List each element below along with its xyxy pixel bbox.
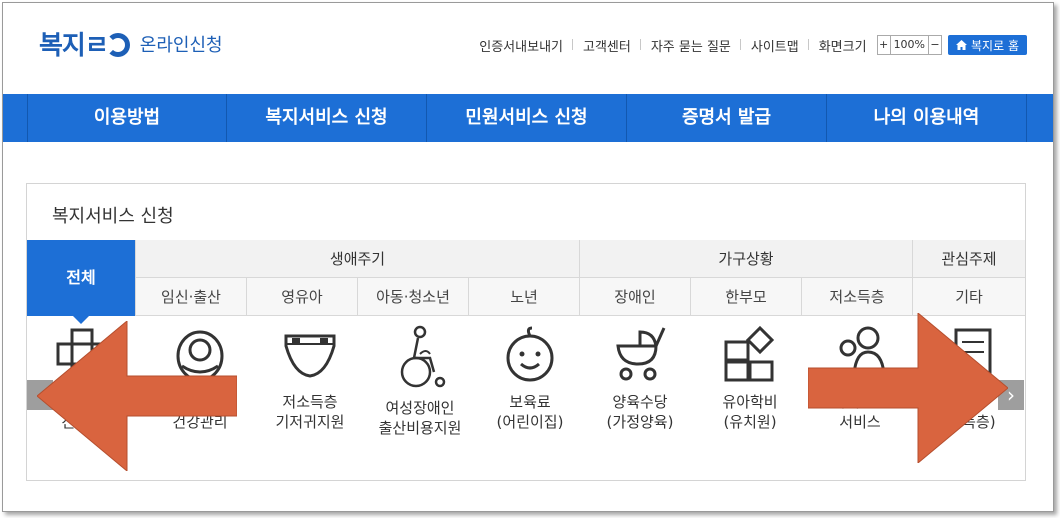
left-arrow-annotation [37, 321, 237, 471]
service-label-line1: 저소득층 [282, 393, 338, 411]
tab-disabled[interactable]: 장애인 [579, 278, 690, 316]
tab-child-youth[interactable]: 아동·청소년 [357, 278, 468, 316]
nav-item-certificate[interactable]: 증명서 발급 [627, 94, 827, 142]
service-label-line1: 양육수당 [612, 393, 668, 411]
site-logo[interactable]: 복지ㄹ 온라인신청 [39, 25, 223, 62]
zoom-out-button[interactable]: − [928, 36, 941, 54]
nav-item-welfare-apply[interactable]: 복지서비스 신청 [227, 94, 427, 142]
wheelchair-icon [400, 325, 446, 388]
nav-item-my-history[interactable]: 나의 이용내역 [827, 94, 1027, 142]
util-link-customer-center[interactable]: 고객센터 [573, 36, 641, 55]
browser-frame: 복지ㄹ 온라인신청 인증서내보내기 고객센터 자주 묻는 질문 사이트맵 화면크… [2, 2, 1054, 512]
util-link-sitemap[interactable]: 사이트맵 [741, 36, 809, 55]
nav-item-civil-apply[interactable]: 민원서비스 신청 [427, 94, 627, 142]
service-label-line2: (가정양육) [606, 413, 674, 431]
group-household: 가구상황 [579, 240, 912, 278]
diaper-icon [284, 334, 336, 378]
service-label-line1: 여성장애인 [385, 399, 455, 417]
panel-title: 복지서비스 신청 [52, 206, 174, 227]
tab-all[interactable]: 전체 [27, 240, 135, 324]
stroller-icon [616, 327, 666, 381]
tab-elderly[interactable]: 노년 [468, 278, 579, 316]
zoom-control: + 100% − [876, 35, 943, 55]
blocks-icon [724, 325, 775, 382]
util-link-faq[interactable]: 자주 묻는 질문 [641, 36, 741, 55]
tab-single-parent[interactable]: 한부모 [690, 278, 801, 316]
service-label-line2: (어린이집) [496, 413, 564, 431]
nav-item-usage[interactable]: 이용방법 [27, 94, 227, 142]
zoom-in-button[interactable]: + [878, 36, 891, 54]
home-button[interactable]: 복지로 홈 [948, 35, 1027, 55]
tab-low-income[interactable]: 저소득층 [801, 278, 912, 316]
group-interest: 관심주제 [912, 240, 1025, 278]
service-label-line1: 유아학비 [722, 393, 778, 411]
home-button-label: 복지로 홈 [971, 38, 1019, 53]
service-item-disabled-women-birth[interactable]: 여성장애인출산비용지원 [365, 324, 475, 438]
service-label-line2: 기저귀지원 [275, 413, 345, 431]
tab-pregnancy[interactable]: 임신·출산 [135, 278, 246, 316]
service-item-kindergarten-fee[interactable]: 유아학비 (유치원) [695, 324, 805, 432]
zoom-label: 화면크기 [818, 39, 867, 55]
main-nav: 이용방법 복지서비스 신청 민원서비스 신청 증명서 발급 나의 이용내역 [3, 94, 1053, 142]
utility-bar: 인증서내보내기 고객센터 자주 묻는 질문 사이트맵 화면크기 + 100% −… [469, 35, 1027, 55]
category-tabs: 전체 생애주기 가구상황 관심주제 임신·출산 영유아 아동·청소년 노년 장애… [27, 240, 1025, 324]
group-life-cycle: 생애주기 [135, 240, 579, 278]
logo-mark: 복지ㄹ [39, 31, 109, 61]
right-arrow-annotation [808, 313, 1008, 463]
logo-ring-icon [105, 32, 130, 57]
service-item-diaper-support[interactable]: 저소득층기저귀지원 [255, 324, 365, 432]
service-label-line1: 보육료 [509, 393, 551, 411]
child-face-icon [506, 326, 554, 382]
zoom-value: 100% [893, 38, 926, 51]
service-label-line2: 출산비용지원 [378, 419, 462, 437]
tab-other[interactable]: 기타 [912, 278, 1025, 316]
service-item-childcare-fee[interactable]: 보육료 (어린이집) [475, 324, 585, 432]
tab-infant[interactable]: 영유아 [246, 278, 357, 316]
home-icon [956, 40, 968, 50]
util-link-cert-export[interactable]: 인증서내보내기 [469, 36, 573, 55]
service-item-home-care-allowance[interactable]: 양육수당 (가정양육) [585, 324, 695, 432]
logo-subtitle: 온라인신청 [139, 34, 223, 56]
service-label-line2: (유치원) [723, 413, 777, 431]
